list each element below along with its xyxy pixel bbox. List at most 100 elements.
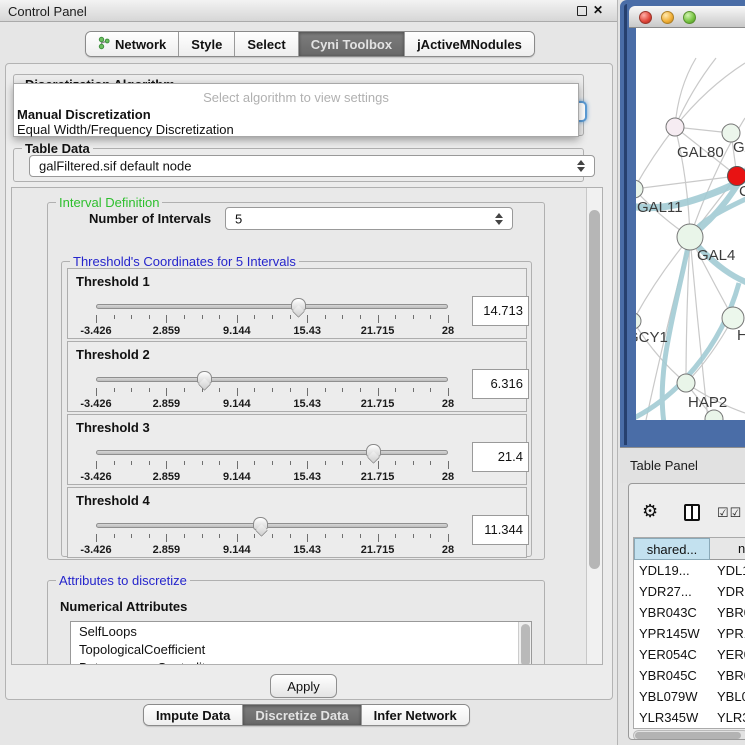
network-node-gcy1[interactable]: [636, 313, 641, 329]
cell-shared-name[interactable]: YBR043C: [639, 602, 697, 623]
columns-icon[interactable]: [684, 504, 700, 521]
threshold-value-field[interactable]: 21.4: [472, 442, 529, 472]
tab-discretize-data[interactable]: Discretize Data: [243, 705, 361, 725]
network-node-gal11[interactable]: [636, 180, 643, 198]
slider-tick: [395, 388, 396, 392]
slider-thumb[interactable]: [197, 371, 212, 384]
num-intervals-label: Number of Intervals: [89, 211, 211, 226]
table-row[interactable]: YDR27... YDR27: [634, 581, 745, 602]
table-row[interactable]: YDL19... YDL19: [634, 560, 745, 581]
cell-shared-name[interactable]: YBR045C: [639, 665, 697, 686]
cell-shared-name[interactable]: YDL19...: [639, 560, 690, 581]
tab-label: Select: [247, 37, 285, 52]
tab-select[interactable]: Select: [235, 32, 298, 56]
threshold-value-field[interactable]: 14.713: [472, 296, 529, 326]
tab-label: Cyni Toolbox: [311, 37, 392, 52]
slider-tick: [307, 315, 308, 323]
list-item[interactable]: SelfLoops: [71, 622, 531, 640]
gear-icon[interactable]: ⚙: [642, 501, 658, 522]
list-item[interactable]: TopologicalCoefficient: [71, 640, 531, 658]
slider-track[interactable]: [96, 304, 448, 309]
table-row[interactable]: YLR345W YLR345W: [634, 707, 745, 728]
cell-shared-name[interactable]: YDR27...: [639, 581, 692, 602]
cell-shared-name[interactable]: YBL079W: [639, 686, 698, 707]
list-scrollbar-thumb[interactable]: [521, 624, 530, 665]
panel-scrollbar[interactable]: [586, 188, 602, 664]
tab-jactivemnodules[interactable]: jActiveMNodules: [405, 32, 534, 56]
threshold-value-field[interactable]: 6.316: [472, 369, 529, 399]
cell-name[interactable]: YBL079W: [717, 686, 745, 707]
threshold-coordinates-group: Threshold's Coordinates for 5 Intervals …: [61, 261, 532, 557]
tab-style[interactable]: Style: [179, 32, 235, 56]
threshold-slider[interactable]: -3.4262.8599.14415.4321.71528: [96, 298, 448, 338]
tab-label: Impute Data: [156, 708, 230, 723]
table-row[interactable]: YPR145W YPR145W: [634, 623, 745, 644]
dropdown-item-manual-discretization[interactable]: Manual Discretization: [17, 107, 151, 122]
slider-track[interactable]: [96, 523, 448, 528]
tab-impute-data[interactable]: Impute Data: [144, 705, 243, 725]
node-table: shared... n YDL19...YDL19YDR27...YDR27YB…: [633, 537, 745, 729]
dropdown-item-equal-width-frequency[interactable]: Equal Width/Frequency Discretization: [17, 122, 234, 137]
slider-track[interactable]: [96, 450, 448, 455]
slider-thumb[interactable]: [291, 298, 306, 311]
threshold-slider[interactable]: -3.4262.8599.14415.4321.71528: [96, 371, 448, 411]
zoom-traffic-light-icon[interactable]: [683, 11, 696, 24]
threshold-slider[interactable]: -3.4262.8599.14415.4321.71528: [96, 444, 448, 484]
cell-shared-name[interactable]: YPR145W: [639, 623, 700, 644]
tab-cyni-toolbox[interactable]: Cyni Toolbox: [299, 32, 405, 56]
threshold-value-field[interactable]: 11.344: [472, 515, 529, 545]
slider-track[interactable]: [96, 377, 448, 382]
slider-tick: [96, 388, 97, 396]
cell-name[interactable]: YDR27: [717, 581, 745, 602]
slider-thumb[interactable]: [366, 444, 381, 457]
slider-thumb[interactable]: [253, 517, 268, 530]
network-node-hap2[interactable]: [677, 374, 695, 392]
cell-name[interactable]: YBR043C: [717, 602, 745, 623]
network-window-titlebar[interactable]: [629, 6, 745, 28]
slider-tick: [272, 388, 273, 392]
network-node[interactable]: [722, 307, 744, 329]
tab-infer-network[interactable]: Infer Network: [362, 705, 469, 725]
slider-tick: [307, 461, 308, 469]
column-header-name[interactable]: n: [710, 538, 745, 560]
table-row[interactable]: YBL079W YBL079W: [634, 686, 745, 707]
group-legend: Table Data: [22, 141, 93, 156]
list-item[interactable]: BetweennessCentrality: [71, 658, 531, 665]
apply-button[interactable]: Apply: [270, 674, 337, 698]
table-row[interactable]: YBR045C YBR045C: [634, 665, 745, 686]
threshold-slider[interactable]: -3.4262.8599.14415.4321.71528: [96, 517, 448, 557]
minimize-traffic-light-icon[interactable]: [661, 11, 674, 24]
slider-tick: [325, 388, 326, 392]
cell-name[interactable]: YER054C: [717, 644, 745, 665]
slider-tick: [378, 534, 379, 542]
cell-shared-name[interactable]: YLR345W: [639, 707, 698, 728]
cell-name[interactable]: YPR145W: [717, 623, 745, 644]
cell-name[interactable]: YDL19: [717, 560, 745, 581]
slider-tick: [166, 315, 167, 323]
network-canvas[interactable]: GAL80 GA C GAL11 GAL4 GCY1 H HAP2: [636, 28, 745, 420]
close-icon[interactable]: ✕: [593, 3, 603, 17]
slider-tick: [254, 388, 255, 392]
tab-network[interactable]: Network: [86, 32, 179, 56]
close-traffic-light-icon[interactable]: [639, 11, 652, 24]
slider-tick: [272, 534, 273, 538]
table-row[interactable]: YBR043C YBR043C: [634, 602, 745, 623]
table-hscrollbar[interactable]: [633, 730, 745, 740]
network-node-gal80[interactable]: [666, 118, 684, 136]
num-intervals-spinner[interactable]: 5: [225, 207, 513, 230]
settings-scroll-area: Interval Definition Number of Intervals …: [11, 187, 603, 665]
list-scrollbar[interactable]: [518, 622, 531, 665]
cell-name[interactable]: YLR345W: [717, 707, 745, 728]
slider-tick-label: 28: [442, 325, 454, 337]
panel-scrollbar-thumb[interactable]: [589, 210, 600, 569]
slider-tick: [114, 388, 115, 392]
table-hscrollbar-thumb[interactable]: [635, 732, 741, 739]
cell-name[interactable]: YBR045C: [717, 665, 745, 686]
table-row[interactable]: YER054C YER054C: [634, 644, 745, 665]
slider-tick: [395, 534, 396, 538]
cell-shared-name[interactable]: YER054C: [639, 644, 697, 665]
table-data-combobox[interactable]: galFiltered.sif default node: [29, 155, 595, 177]
select-columns-checkboxes-icon[interactable]: ☑☑: [717, 505, 742, 521]
float-window-icon[interactable]: [577, 6, 587, 16]
column-header-shared-name[interactable]: shared...: [634, 538, 710, 560]
